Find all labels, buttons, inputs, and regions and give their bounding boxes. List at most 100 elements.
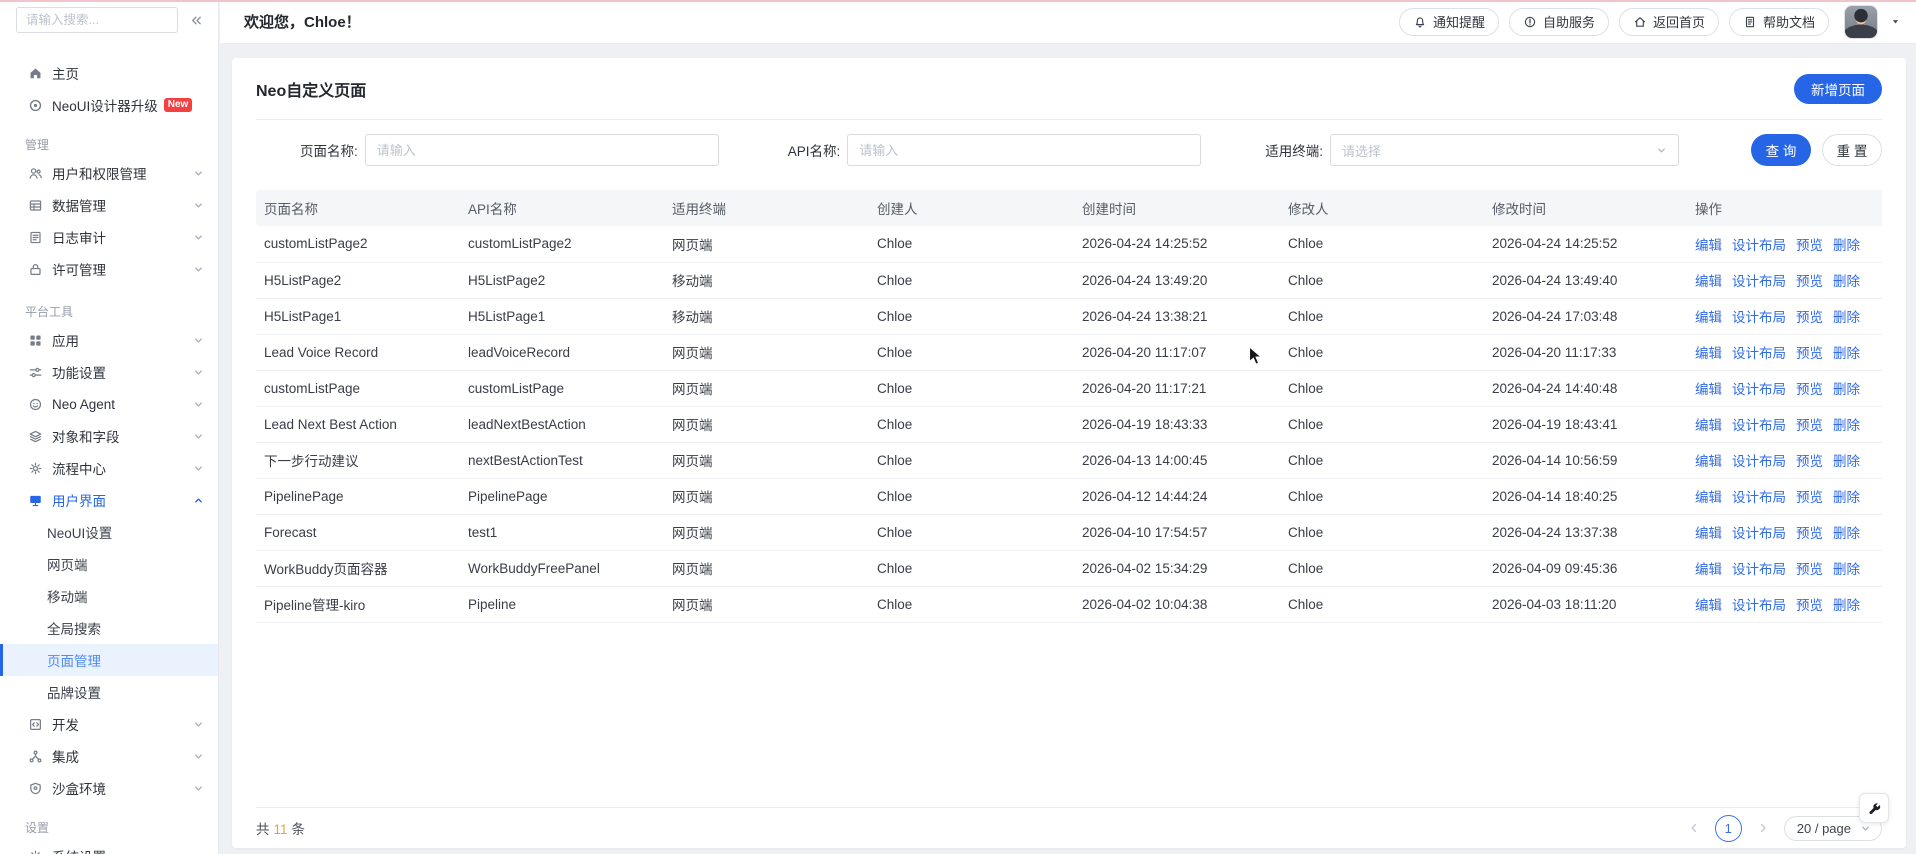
- sidebar-item-日志审计[interactable]: 日志审计: [0, 221, 218, 253]
- row-action-预览[interactable]: 预览: [1796, 310, 1823, 325]
- sidebar-item-对象和字段[interactable]: 对象和字段: [0, 420, 218, 452]
- sidebar-item-主页[interactable]: 主页: [0, 57, 218, 89]
- row-action-删除[interactable]: 删除: [1833, 454, 1860, 469]
- sidebar-item-流程中心[interactable]: 流程中心: [0, 452, 218, 484]
- table-cell: Chloe: [869, 442, 1074, 479]
- row-action-预览[interactable]: 预览: [1796, 526, 1823, 541]
- row-action-预览[interactable]: 预览: [1796, 274, 1823, 289]
- row-action-预览[interactable]: 预览: [1796, 490, 1823, 505]
- sidebar-collapse-icon[interactable]: [189, 13, 204, 28]
- license-icon: [27, 261, 43, 277]
- reset-button[interactable]: 重 置: [1822, 134, 1882, 166]
- sidebar-item-集成[interactable]: 集成: [0, 740, 218, 772]
- sidebar-item-用户界面[interactable]: 用户界面: [0, 484, 218, 516]
- row-action-编辑[interactable]: 编辑: [1695, 490, 1722, 505]
- audit-icon: [27, 229, 43, 245]
- row-action-设计布局[interactable]: 设计布局: [1732, 238, 1786, 253]
- table-cell: customListPage: [256, 370, 460, 407]
- query-button[interactable]: 查 询: [1751, 134, 1811, 166]
- table-cell: 2026-04-14 18:40:25: [1484, 478, 1687, 515]
- sidebar-item-开发[interactable]: 开发: [0, 708, 218, 740]
- row-action-编辑[interactable]: 编辑: [1695, 382, 1722, 397]
- sidebar-item-系统设置[interactable]: 系统设置: [0, 840, 218, 854]
- sidebar-item-用户和权限管理[interactable]: 用户和权限管理: [0, 157, 218, 189]
- row-action-编辑[interactable]: 编辑: [1695, 238, 1722, 253]
- row-action-设计布局[interactable]: 设计布局: [1732, 310, 1786, 325]
- table-cell: Chloe: [869, 226, 1074, 263]
- sidebar-item-许可管理[interactable]: 许可管理: [0, 253, 218, 285]
- row-action-删除[interactable]: 删除: [1833, 598, 1860, 613]
- next-page-icon[interactable]: [1757, 822, 1769, 834]
- sidebar-subitem-品牌设置[interactable]: 品牌设置: [0, 676, 218, 708]
- row-action-预览[interactable]: 预览: [1796, 454, 1823, 469]
- table-cell: PipelinePage: [460, 478, 664, 515]
- row-action-设计布局[interactable]: 设计布局: [1732, 382, 1786, 397]
- sidebar-item-label: 数据管理: [52, 199, 106, 214]
- row-action-删除[interactable]: 删除: [1833, 562, 1860, 577]
- row-action-删除[interactable]: 删除: [1833, 526, 1860, 541]
- row-action-预览[interactable]: 预览: [1796, 346, 1823, 361]
- row-action-预览[interactable]: 预览: [1796, 598, 1823, 613]
- row-action-设计布局[interactable]: 设计布局: [1732, 418, 1786, 433]
- sidebar-item-neo-agent[interactable]: Neo Agent: [0, 388, 218, 420]
- row-action-删除[interactable]: 删除: [1833, 238, 1860, 253]
- table-cell: 2026-04-24 14:25:52: [1484, 226, 1687, 263]
- row-action-预览[interactable]: 预览: [1796, 382, 1823, 397]
- row-action-删除[interactable]: 删除: [1833, 418, 1860, 433]
- sidebar-item-neoui设计器升级[interactable]: NeoUI设计器升级 New: [0, 89, 218, 121]
- terminal-select[interactable]: 请选择: [1330, 134, 1680, 166]
- table-cell: 2026-04-02 10:04:38: [1074, 586, 1280, 623]
- row-action-设计布局[interactable]: 设计布局: [1732, 274, 1786, 289]
- row-action-编辑[interactable]: 编辑: [1695, 526, 1722, 541]
- row-action-编辑[interactable]: 编辑: [1695, 274, 1722, 289]
- sidebar-item-功能设置[interactable]: 功能设置: [0, 356, 218, 388]
- table-cell: 2026-04-13 14:00:45: [1074, 442, 1280, 479]
- topbar-button-info-circle[interactable]: 自助服务: [1508, 7, 1609, 36]
- page-number-button[interactable]: 1: [1714, 814, 1742, 842]
- row-action-编辑[interactable]: 编辑: [1695, 562, 1722, 577]
- chevron-down-icon: [193, 783, 204, 794]
- total-count-text: 共 11 条: [256, 822, 306, 837]
- row-action-设计布局[interactable]: 设计布局: [1732, 526, 1786, 541]
- caret-down-icon[interactable]: [1891, 17, 1900, 26]
- row-action-删除[interactable]: 删除: [1833, 274, 1860, 289]
- page-name-input[interactable]: [364, 134, 719, 166]
- sidebar-subitem-neoui设置[interactable]: NeoUI设置: [0, 516, 218, 548]
- row-action-编辑[interactable]: 编辑: [1695, 598, 1722, 613]
- row-action-设计布局[interactable]: 设计布局: [1732, 490, 1786, 505]
- row-action-预览[interactable]: 预览: [1796, 562, 1823, 577]
- row-action-删除[interactable]: 删除: [1833, 310, 1860, 325]
- settings-wrench-button[interactable]: [1859, 793, 1889, 823]
- row-action-预览[interactable]: 预览: [1796, 418, 1823, 433]
- row-action-编辑[interactable]: 编辑: [1695, 346, 1722, 361]
- row-action-编辑[interactable]: 编辑: [1695, 310, 1722, 325]
- add-page-button[interactable]: 新增页面: [1794, 73, 1882, 104]
- sidebar-search-input[interactable]: [16, 7, 178, 33]
- row-action-编辑[interactable]: 编辑: [1695, 454, 1722, 469]
- sidebar-subitem-页面管理[interactable]: 页面管理: [0, 644, 218, 676]
- row-action-删除[interactable]: 删除: [1833, 490, 1860, 505]
- row-action-设计布局[interactable]: 设计布局: [1732, 454, 1786, 469]
- row-action-预览[interactable]: 预览: [1796, 238, 1823, 253]
- sidebar-item-数据管理[interactable]: 数据管理: [0, 189, 218, 221]
- row-action-删除[interactable]: 删除: [1833, 346, 1860, 361]
- sidebar-item-沙盒环境[interactable]: 沙盒环境: [0, 772, 218, 804]
- table-cell: 2026-04-20 11:17:33: [1484, 334, 1687, 371]
- sandbox-icon: [27, 780, 43, 796]
- sidebar-subitem-移动端[interactable]: 移动端: [0, 580, 218, 612]
- topbar-button-home-outline[interactable]: 返回首页: [1618, 7, 1719, 36]
- user-avatar[interactable]: [1844, 4, 1878, 39]
- sidebar-subitem-网页端[interactable]: 网页端: [0, 548, 218, 580]
- row-action-设计布局[interactable]: 设计布局: [1732, 346, 1786, 361]
- topbar-button-bell[interactable]: 通知提醒: [1398, 7, 1499, 36]
- topbar-button-doc[interactable]: 帮助文档: [1728, 7, 1829, 36]
- row-action-设计布局[interactable]: 设计布局: [1732, 598, 1786, 613]
- row-action-删除[interactable]: 删除: [1833, 382, 1860, 397]
- row-action-设计布局[interactable]: 设计布局: [1732, 562, 1786, 577]
- row-action-编辑[interactable]: 编辑: [1695, 418, 1722, 433]
- sidebar-subitem-全局搜索[interactable]: 全局搜索: [0, 612, 218, 644]
- gear-icon: [27, 848, 43, 854]
- prev-page-icon[interactable]: [1688, 822, 1700, 834]
- api-name-input[interactable]: [847, 134, 1202, 166]
- sidebar-item-应用[interactable]: 应用: [0, 324, 218, 356]
